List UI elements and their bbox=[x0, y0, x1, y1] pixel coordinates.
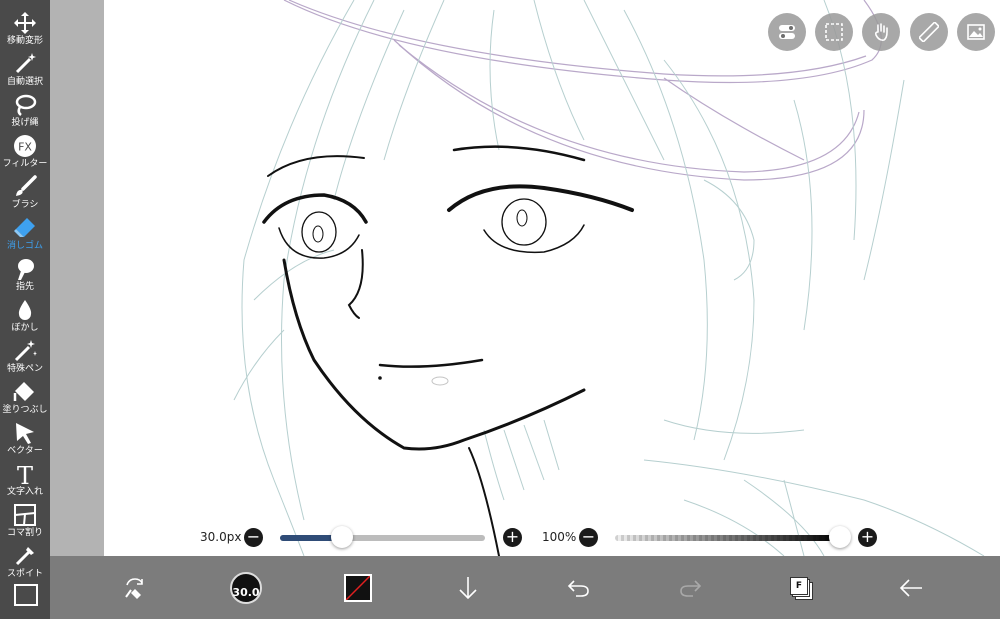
tool-label: コマ割り bbox=[6, 528, 43, 538]
app-window: 移動変形 自動選択 投げ縄 FX フィルター ブラシ 消しゴム 指先 ぼかし 特… bbox=[0, 0, 1000, 619]
brush-eraser-swap-button[interactable] bbox=[110, 556, 160, 619]
sketch-artwork bbox=[233, 0, 985, 556]
tool-label: 自動選択 bbox=[6, 77, 43, 87]
toggle-button[interactable] bbox=[768, 13, 806, 51]
ruler-button[interactable] bbox=[910, 13, 948, 51]
tool-sidebar: 移動変形 自動選択 投げ縄 FX フィルター ブラシ 消しゴム 指先 ぼかし 特… bbox=[0, 0, 50, 619]
image-button[interactable] bbox=[957, 13, 995, 51]
drawing-canvas[interactable] bbox=[104, 0, 1000, 556]
tool-label: 消しゴム bbox=[6, 241, 43, 251]
tool-move-transform[interactable]: 移動変形 bbox=[0, 8, 50, 48]
move-icon bbox=[14, 12, 36, 34]
opacity-decrease-button[interactable]: − bbox=[579, 528, 598, 547]
arrow-left-icon bbox=[899, 578, 922, 597]
special-pen-icon bbox=[14, 340, 37, 362]
layer-down-button[interactable] bbox=[443, 556, 493, 619]
tool-auto-select[interactable]: 自動選択 bbox=[0, 49, 50, 89]
opacity-slider-thumb[interactable] bbox=[829, 526, 851, 548]
brush-size-slider-thumb[interactable] bbox=[330, 526, 353, 548]
tool-frame-divider[interactable]: コマ割り bbox=[0, 500, 50, 540]
tool-text[interactable]: T 文字入れ bbox=[0, 459, 50, 499]
selection-button[interactable] bbox=[815, 13, 853, 51]
swap-brush-eraser-icon bbox=[125, 577, 143, 599]
tool-finger[interactable]: 指先 bbox=[0, 254, 50, 294]
tool-label: ぼかし bbox=[11, 323, 39, 333]
tool-label: 特殊ペン bbox=[6, 364, 43, 374]
opacity-increase-button[interactable]: + bbox=[858, 528, 877, 547]
tool-label: 投げ縄 bbox=[11, 118, 39, 128]
hand-icon bbox=[874, 23, 888, 41]
tool-eraser[interactable]: 消しゴム bbox=[0, 213, 50, 253]
brush-size-increase-button[interactable]: + bbox=[503, 528, 522, 547]
tool-fill[interactable]: 塗りつぶし bbox=[0, 377, 50, 417]
blur-icon bbox=[18, 300, 32, 320]
eraser-icon bbox=[14, 218, 35, 237]
selection-icon bbox=[825, 23, 843, 41]
square-tool-icon[interactable] bbox=[14, 584, 38, 606]
tool-filter[interactable]: FX フィルター bbox=[0, 131, 50, 171]
layers-button[interactable]: F bbox=[776, 556, 826, 619]
canvas-margin-strip bbox=[50, 0, 104, 556]
tool-label: 移動変形 bbox=[6, 36, 43, 46]
redo-button[interactable] bbox=[665, 556, 715, 619]
tool-vector[interactable]: ベクター bbox=[0, 418, 50, 458]
hand-button[interactable] bbox=[862, 13, 900, 51]
back-button[interactable] bbox=[886, 556, 936, 619]
brush-size-slider[interactable] bbox=[280, 535, 485, 541]
tool-special-pen[interactable]: 特殊ペン bbox=[0, 336, 50, 376]
brush-icon bbox=[16, 175, 37, 196]
tool-brush[interactable]: ブラシ bbox=[0, 172, 50, 212]
tool-label: フィルター bbox=[2, 159, 48, 169]
frame-divider-icon bbox=[14, 504, 36, 526]
brush-size-value: 30.0 bbox=[232, 585, 260, 599]
fill-bucket-icon bbox=[13, 382, 34, 401]
undo-icon bbox=[567, 579, 589, 597]
redo-icon bbox=[680, 579, 702, 597]
ruler-icon bbox=[919, 22, 939, 42]
toggle-icon bbox=[779, 25, 795, 39]
magic-wand-icon bbox=[15, 53, 36, 74]
brush-size-button[interactable]: 30.0 bbox=[221, 556, 271, 619]
tool-label: ベクター bbox=[7, 446, 43, 456]
vector-icon bbox=[16, 423, 34, 444]
tool-eyedropper[interactable]: スポイト bbox=[0, 541, 50, 581]
tool-lasso[interactable]: 投げ縄 bbox=[0, 90, 50, 130]
brush-size-decrease-button[interactable]: − bbox=[244, 528, 263, 547]
tool-blur[interactable]: ぼかし bbox=[0, 295, 50, 335]
tool-label: スポイト bbox=[6, 569, 43, 579]
svg-text:T: T bbox=[17, 462, 33, 487]
finger-icon bbox=[18, 259, 34, 280]
arrow-down-icon bbox=[459, 576, 477, 599]
eyedropper-icon bbox=[15, 547, 34, 566]
layer-letter: F bbox=[795, 580, 803, 591]
tool-label: 指先 bbox=[15, 282, 34, 292]
lasso-icon bbox=[15, 94, 37, 116]
color-swatch-icon bbox=[344, 573, 372, 602]
tool-label: 文字入れ bbox=[6, 487, 43, 497]
tool-label: 塗りつぶし bbox=[2, 405, 48, 415]
image-icon bbox=[967, 24, 985, 40]
opacity-label: 100% bbox=[542, 530, 577, 544]
bottom-toolbar: 30.0 F bbox=[50, 556, 1000, 619]
brush-size-label: 30.0px bbox=[200, 530, 242, 544]
undo-button[interactable] bbox=[554, 556, 604, 619]
tool-label: ブラシ bbox=[11, 200, 39, 210]
text-icon: T bbox=[17, 462, 33, 487]
layers-icon: F bbox=[790, 576, 813, 600]
svg-text:FX: FX bbox=[18, 141, 32, 154]
opacity-slider[interactable] bbox=[615, 535, 840, 541]
color-button[interactable] bbox=[333, 556, 383, 619]
fx-icon: FX bbox=[14, 135, 36, 157]
